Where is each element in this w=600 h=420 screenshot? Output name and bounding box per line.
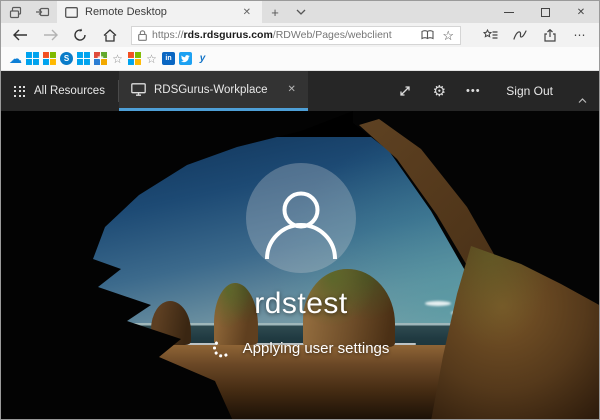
rdweb-toolbar: All Resources RDSGurus-Workplace ✕ ⚙ •••… <box>1 71 599 111</box>
address-bar[interactable]: https://rds.rdsgurus.com/RDWeb/Pages/web… <box>131 26 461 45</box>
session-close-icon[interactable]: ✕ <box>288 84 296 95</box>
monitor-icon <box>131 83 146 96</box>
person-icon <box>246 163 356 273</box>
browser-action-icons: ⋯ <box>475 23 595 47</box>
url-text[interactable]: https://rds.rdsgurus.com/RDWeb/Pages/web… <box>152 29 416 41</box>
signin-status-message: Applying user settings <box>243 340 390 357</box>
new-tab-button[interactable]: + <box>262 1 288 23</box>
office-plus-favicon[interactable]: + <box>94 52 107 65</box>
minimize-button[interactable] <box>491 1 527 23</box>
sign-out-button[interactable]: Sign Out <box>492 84 567 98</box>
close-button[interactable]: ✕ <box>563 1 599 23</box>
progress-spinner-icon <box>213 339 231 357</box>
yammer-favicon[interactable]: y <box>196 52 209 65</box>
share-icon[interactable] <box>535 23 565 47</box>
reading-view-icon[interactable] <box>421 30 434 40</box>
remote-session-display[interactable]: rdstest Applying user settings <box>1 111 600 420</box>
windows-favicon[interactable] <box>26 52 39 65</box>
navigation-bar: https://rds.rdsgurus.com/RDWeb/Pages/web… <box>1 23 599 47</box>
signin-status-row: Applying user settings <box>1 339 600 357</box>
bookmarks-bar: ☁ S + ☆ ☆ in y <box>1 47 599 71</box>
hub-favorites-icon[interactable] <box>475 23 505 47</box>
more-options-icon[interactable]: ••• <box>458 76 488 106</box>
tab-preview-icon[interactable] <box>1 1 29 23</box>
browser-tab-remote-desktop[interactable]: Remote Desktop ✕ <box>57 1 262 23</box>
tab-bar: Remote Desktop ✕ + ✕ <box>1 1 599 23</box>
favorite-star-favicon[interactable]: ☆ <box>111 52 124 65</box>
add-favorite-star-icon[interactable]: ☆ <box>442 29 454 42</box>
back-button[interactable] <box>5 23 35 47</box>
web-note-ink-icon[interactable] <box>505 23 535 47</box>
tab-close-icon[interactable]: ✕ <box>240 7 254 18</box>
windows-favicon[interactable] <box>77 52 90 65</box>
all-resources-label: All Resources <box>34 85 105 97</box>
collapse-toolbar-chevron-icon[interactable] <box>571 98 593 103</box>
lock-icon <box>138 30 147 41</box>
refresh-button[interactable] <box>65 23 95 47</box>
settings-more-icon[interactable]: ⋯ <box>565 23 595 47</box>
apps-grid-icon <box>14 86 25 97</box>
workspace-session-tab[interactable]: RDSGurus-Workplace ✕ <box>119 71 308 111</box>
onedrive-favicon[interactable]: ☁ <box>9 52 22 65</box>
fullscreen-expand-icon[interactable] <box>390 76 420 106</box>
linkedin-favicon[interactable]: in <box>162 52 175 65</box>
tab-title: Remote Desktop <box>85 6 233 18</box>
all-resources-button[interactable]: All Resources <box>1 71 118 111</box>
remote-desktop-favicon <box>65 7 78 18</box>
favorite-star-favicon[interactable]: ☆ <box>145 52 158 65</box>
window-controls: ✕ <box>491 1 599 23</box>
forward-button[interactable] <box>35 23 65 47</box>
browser-window: Remote Desktop ✕ + ✕ https://rds.rdsguru… <box>0 0 600 420</box>
microsoft-favicon[interactable] <box>128 52 141 65</box>
twitter-favicon[interactable] <box>179 52 192 65</box>
microsoft-favicon[interactable] <box>43 52 56 65</box>
home-button[interactable] <box>95 23 125 47</box>
tab-list-chevron-icon[interactable] <box>288 1 314 23</box>
sharepoint-favicon[interactable]: S <box>60 52 73 65</box>
set-tabs-aside-icon[interactable] <box>29 1 57 23</box>
settings-gear-icon[interactable]: ⚙ <box>424 76 454 106</box>
maximize-button[interactable] <box>527 1 563 23</box>
workspace-tab-label: RDSGurus-Workplace <box>154 84 268 96</box>
rdweb-toolbar-actions: ⚙ ••• Sign Out <box>390 76 599 106</box>
user-avatar <box>246 163 356 273</box>
signin-username: rdstest <box>1 287 600 321</box>
